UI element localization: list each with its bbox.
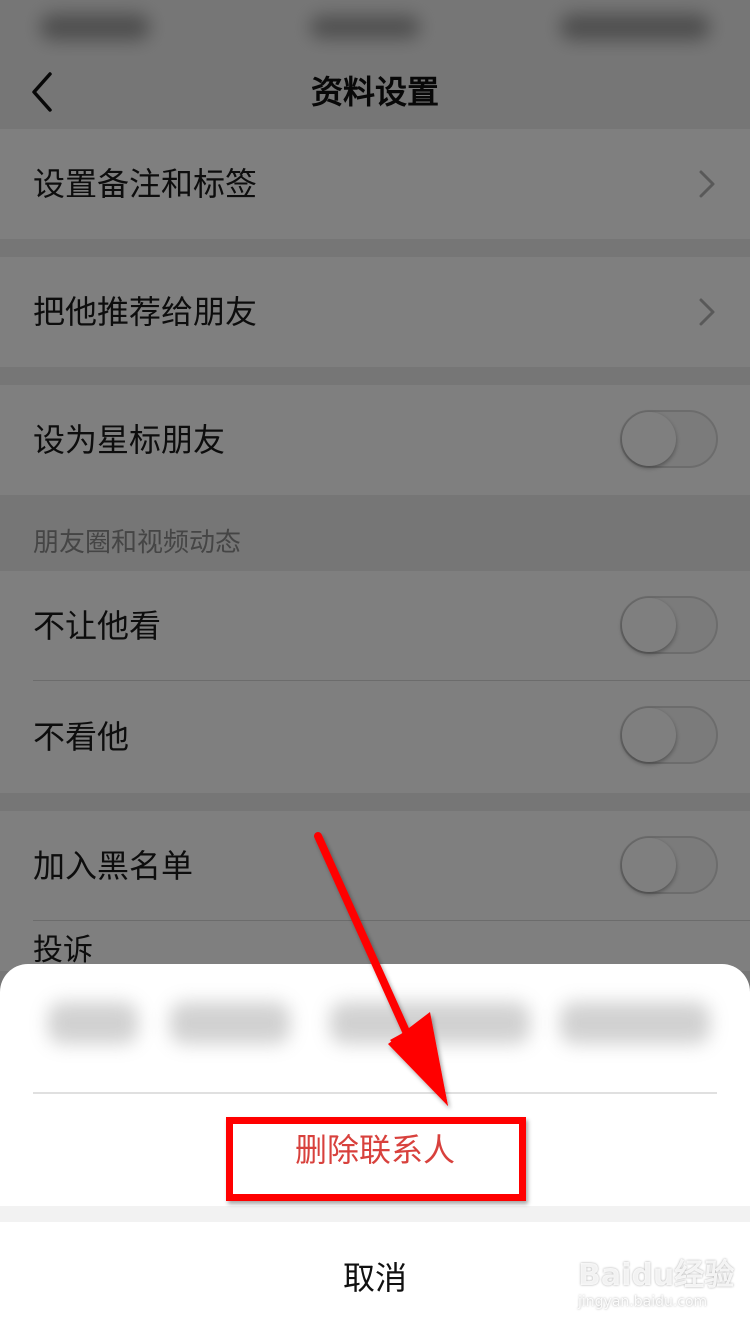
blurred-content <box>330 1002 530 1044</box>
watermark-main: Baidu经验 <box>578 1258 735 1293</box>
watermark-logo: Baidu经验 jingyan.baidu.com <box>578 1250 734 1320</box>
annotation-highlight-box <box>226 1117 526 1201</box>
blurred-content <box>560 1002 710 1044</box>
sheet-gap <box>0 1206 750 1222</box>
blurred-content <box>48 1002 138 1044</box>
blurred-content <box>170 1002 290 1044</box>
sheet-header-blurred <box>0 964 750 1094</box>
profile-settings-screen: 资料设置 设置备注和标签 把他推荐给朋友 设为星标朋友 朋友圈和视频动态 <box>0 0 750 1334</box>
watermark-sub: jingyan.baidu.com <box>578 1294 708 1310</box>
